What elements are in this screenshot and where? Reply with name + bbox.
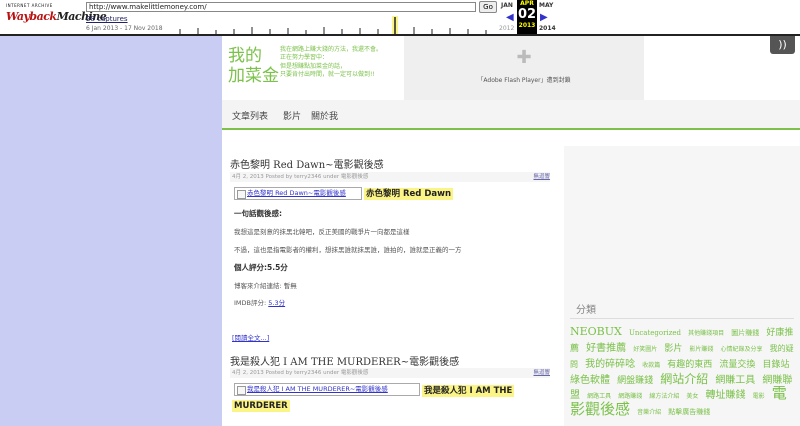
tag-link[interactable]: 目錄站 — [763, 360, 790, 370]
post-image[interactable]: 赤色黎明 Red Dawn~電影觀後感 — [234, 187, 362, 200]
comment-link[interactable]: 無迴響 — [533, 172, 550, 182]
read-more-link[interactable]: [閱讀全文...] — [232, 332, 269, 342]
post-rating: 個人評分:5.5分 — [234, 263, 288, 272]
flash-blocked-text: 「Adobe Flash Player」遭到封鎖 — [477, 77, 571, 84]
month-current: APR 02 2013 — [517, 0, 537, 34]
post-title[interactable]: 赤色黎明 Red Dawn~電影觀後感 — [230, 156, 384, 171]
wayback-logo[interactable]: INTERNET ARCHIVE WaybackMachine — [6, 3, 107, 29]
rss-icon[interactable]: )) — [770, 36, 795, 54]
blog-page: 我的 加菜金 我在網路上賺大錢的方法，我還不會。 正在努力學習中： 但是想賺點加… — [222, 36, 800, 426]
tag-link[interactable]: 收款篇 — [642, 362, 660, 369]
post-highlight: 我是殺人犯 I AM THE — [422, 385, 515, 397]
capture-sparkline[interactable] — [170, 14, 500, 34]
post-highlight: 赤色黎明 Red Dawn — [364, 188, 454, 200]
arrow-right-icon[interactable]: ▶ — [540, 12, 548, 23]
post-meta: 4月 2, 2013 Posted by terry2346 under 電影觀… — [230, 172, 550, 182]
site-description: 我在網路上賺大錢的方法，我還不會。 正在努力學習中： 但是想賺點加菜金的話， 只… — [280, 46, 383, 78]
post-imdb: IMDB評分: 5.3分 — [234, 299, 286, 307]
tag-link[interactable]: 流量交換 — [719, 360, 755, 370]
tag-link[interactable]: 其他賺錢項目 — [688, 330, 724, 337]
site-title[interactable]: 我的 加菜金 — [228, 46, 279, 86]
captures-link[interactable]: 28 captures — [86, 15, 128, 23]
tag-link[interactable]: Uncategorized — [629, 329, 681, 337]
logo-wayback-text: WaybackMachine — [6, 10, 107, 23]
tag-cloud: NEOBUX Uncategorized 其他賺錢項目 圖片賺錢 好康推薦 好書… — [570, 324, 796, 419]
tag-link[interactable]: 綠色軟體 — [570, 375, 610, 386]
tag-link[interactable]: 線方法介紹 — [649, 393, 679, 400]
tag-link[interactable]: 影片賺錢 — [689, 346, 713, 353]
tag-link[interactable]: 點擊廣告賺錢 — [668, 408, 710, 416]
post-section-heading: 一句話觀後感: — [234, 209, 282, 218]
tag-link[interactable]: 音樂介紹 — [637, 409, 661, 416]
tag-link[interactable]: 影片 — [664, 344, 682, 354]
wayback-toolbar: INTERNET ARCHIVE WaybackMachine http://w… — [0, 0, 800, 36]
go-button[interactable]: Go — [479, 1, 497, 13]
tag-link[interactable]: 圖片賺錢 — [731, 329, 759, 337]
post-blog-link: 博客來介紹連結: 暫無 — [234, 282, 297, 290]
nav-item-articles[interactable]: 文章列表 — [232, 109, 268, 122]
url-input[interactable]: http://www.makelittlemoney.com/ — [86, 2, 476, 12]
imdb-link[interactable]: 5.3分 — [268, 299, 285, 307]
post-paragraph: 不過，這也是指電影者的權利，想抹黑誰就抹黑誰，誰拍的，誰就是正義的一方 — [234, 246, 462, 254]
capture-range: 6 Jan 2013 - 17 Nov 2018 — [86, 25, 163, 32]
tag-link[interactable]: 網盤賺錢 — [617, 376, 653, 386]
post-title[interactable]: 我是殺人犯 I AM THE MURDERER~電影觀後感 — [230, 353, 459, 368]
tag-link[interactable]: 好笑圖片 — [633, 346, 657, 353]
tag-link[interactable]: NEOBUX — [570, 325, 622, 338]
tag-link[interactable]: 好書推薦 — [586, 343, 626, 354]
tag-link[interactable]: 有趣的東西 — [667, 360, 712, 370]
arrow-left-icon[interactable]: ◀ — [506, 12, 514, 23]
puzzle-icon: ✚ — [516, 47, 532, 68]
tag-link[interactable]: 美女 — [686, 393, 698, 400]
post-highlight: MURDERER — [232, 400, 290, 412]
tag-link[interactable]: 我的碎碎唸 — [585, 359, 635, 370]
year-prev[interactable]: 2012 — [499, 25, 514, 32]
divider — [570, 318, 794, 319]
flash-blocked-panel[interactable]: ✚ 「Adobe Flash Player」遭到封鎖 — [404, 36, 644, 100]
year-next[interactable]: 2014 — [539, 25, 556, 32]
month-prev[interactable]: JAN — [501, 2, 513, 9]
nav-item-videos[interactable]: 影片 — [283, 109, 301, 122]
logo-archive-text: INTERNET ARCHIVE — [6, 3, 53, 8]
tag-link[interactable]: 轉址賺錢 — [706, 390, 746, 401]
tag-link[interactable]: 網路賺錢 — [618, 393, 642, 400]
tag-link[interactable]: 網站介紹 — [660, 372, 708, 386]
post-meta: 4月 2, 2013 Posted by terry2346 under 電影觀… — [230, 368, 550, 378]
month-next[interactable]: MAY — [539, 2, 553, 9]
tag-link[interactable]: 網賺工具 — [715, 375, 755, 386]
post-list: 赤色黎明 Red Dawn~電影觀後感 4月 2, 2013 Posted by… — [222, 146, 562, 426]
tag-link[interactable]: 電影 — [753, 393, 765, 400]
post-paragraph: 我想這是刻意的抹黑北韓吧，反正美國的戰爭片一向都是這樣 — [234, 228, 410, 236]
nav-item-about[interactable]: 關於我 — [311, 109, 338, 122]
site-header: 我的 加菜金 我在網路上賺大錢的方法，我還不會。 正在努力學習中： 但是想賺點加… — [222, 36, 800, 100]
tag-link[interactable]: 心情紀錄及分享 — [721, 346, 763, 353]
tag-link[interactable]: 網路工具 — [587, 393, 611, 400]
nav-bar: 文章列表 影片 關於我 — [222, 100, 800, 130]
categories-title: 分類 — [576, 305, 596, 316]
sidebar: 分類 NEOBUX Uncategorized 其他賺錢項目 圖片賺錢 好康推薦… — [564, 146, 800, 426]
post-image[interactable]: 我是殺人犯 I AM THE MURDERER~電影觀後感 — [234, 383, 420, 396]
comment-link[interactable]: 無迴響 — [533, 368, 550, 378]
